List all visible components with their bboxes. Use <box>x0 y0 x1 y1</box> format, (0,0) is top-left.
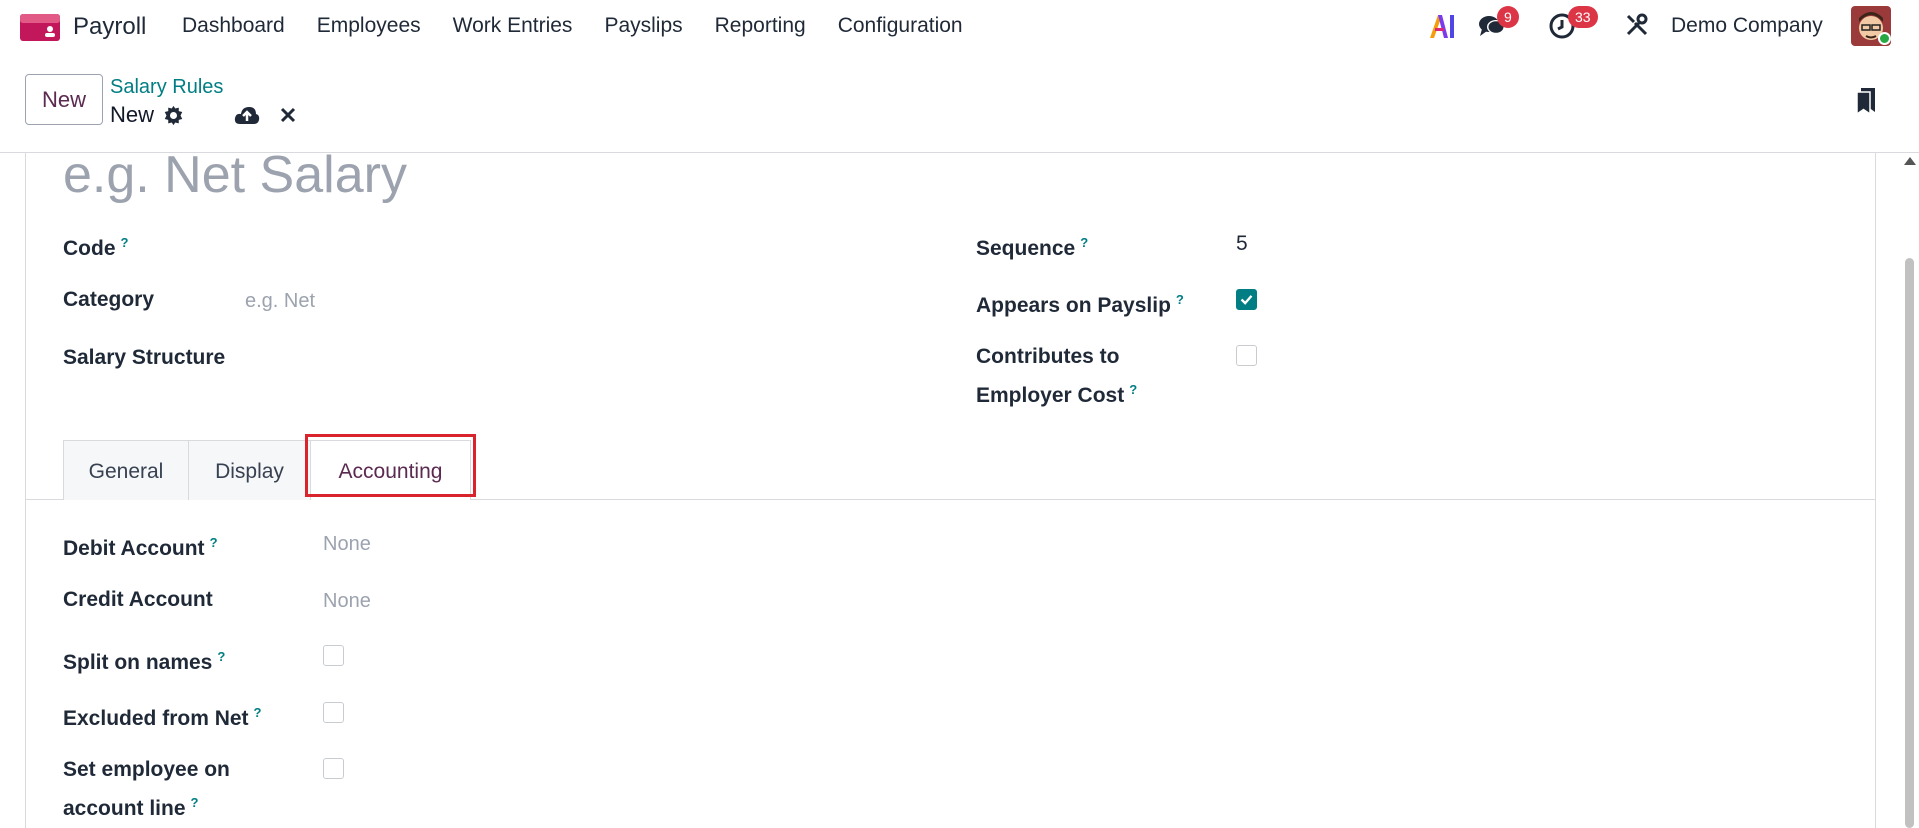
activities-badge: 33 <box>1568 6 1598 28</box>
sequence-input[interactable]: 5 <box>1236 232 1248 256</box>
appears-on-payslip-checkbox[interactable] <box>1236 289 1257 310</box>
rule-name-input[interactable]: e.g. Net Salary <box>63 145 407 205</box>
contributes-label: Contributes to Employer Cost? <box>976 340 1137 412</box>
top-navbar: Payroll Dashboard Employees Work Entries… <box>0 0 1919 53</box>
company-switcher[interactable]: Demo Company <box>1671 14 1823 38</box>
sequence-label: Sequence? <box>976 235 1089 260</box>
scrollbar-thumb[interactable] <box>1905 258 1914 828</box>
help-icon[interactable]: ? <box>1129 382 1137 397</box>
contributes-label-line2: Employer Cost <box>976 384 1125 407</box>
payroll-app-icon[interactable] <box>20 14 60 41</box>
debit-account-input[interactable]: None <box>323 533 371 556</box>
contributes-employer-cost-checkbox[interactable] <box>1236 345 1257 366</box>
breadcrumb-salary-rules[interactable]: Salary Rules <box>110 76 223 99</box>
messages-badge: 9 <box>1497 6 1519 28</box>
control-panel: New Salary Rules New <box>0 53 1919 153</box>
help-icon[interactable]: ? <box>254 705 262 720</box>
scroll-up-arrow[interactable] <box>1904 157 1916 165</box>
category-label: Category <box>63 288 155 311</box>
set-employee-checkbox[interactable] <box>323 758 344 779</box>
tools-icon[interactable] <box>1625 13 1649 37</box>
menu-work-entries[interactable]: Work Entries <box>453 14 573 38</box>
excluded-from-net-label: Excluded from Net? <box>63 705 262 730</box>
help-icon[interactable]: ? <box>210 535 218 550</box>
category-input[interactable]: e.g. Net <box>245 290 315 313</box>
help-icon[interactable]: ? <box>217 649 225 664</box>
main-menu: Dashboard Employees Work Entries Payslip… <box>182 14 995 38</box>
debit-account-label: Debit Account? <box>63 535 218 560</box>
menu-reporting[interactable]: Reporting <box>715 14 806 38</box>
menu-configuration[interactable]: Configuration <box>838 14 963 38</box>
code-label: Code? <box>63 235 129 260</box>
appears-on-payslip-label: Appears on Payslip? <box>976 292 1184 317</box>
new-button[interactable]: New <box>25 74 103 125</box>
contributes-label-line1: Contributes to <box>976 345 1120 368</box>
set-employee-label-line2: account line <box>63 797 186 820</box>
help-icon[interactable]: ? <box>121 235 129 250</box>
set-employee-label-line1: Set employee on <box>63 758 230 781</box>
menu-dashboard[interactable]: Dashboard <box>182 14 285 38</box>
checkmark-icon <box>1240 295 1253 305</box>
excluded-from-net-checkbox[interactable] <box>323 702 344 723</box>
save-cloud-icon[interactable] <box>234 104 260 126</box>
menu-employees[interactable]: Employees <box>317 14 421 38</box>
tab-display[interactable]: Display <box>188 440 311 500</box>
ai-icon[interactable] <box>1428 13 1456 39</box>
set-employee-label: Set employee on account line? <box>63 753 230 825</box>
menu-payslips[interactable]: Payslips <box>604 14 682 38</box>
credit-account-input[interactable]: None <box>323 590 371 613</box>
discard-close-icon[interactable] <box>280 107 296 123</box>
gear-icon[interactable] <box>163 105 184 126</box>
breadcrumb-current: New <box>110 102 155 127</box>
split-on-names-checkbox[interactable] <box>323 645 344 666</box>
online-status-dot <box>1878 32 1891 45</box>
salary-structure-label: Salary Structure <box>63 346 226 369</box>
credit-account-label: Credit Account <box>63 588 213 611</box>
help-icon[interactable]: ? <box>191 795 199 810</box>
accounting-tab-highlight <box>305 434 476 497</box>
help-icon[interactable]: ? <box>1176 292 1184 307</box>
tab-general[interactable]: General <box>63 440 189 500</box>
split-on-names-label: Split on names? <box>63 649 226 674</box>
help-icon[interactable]: ? <box>1080 235 1088 250</box>
bookmark-icon[interactable] <box>1855 86 1877 116</box>
app-name[interactable]: Payroll <box>73 13 146 41</box>
